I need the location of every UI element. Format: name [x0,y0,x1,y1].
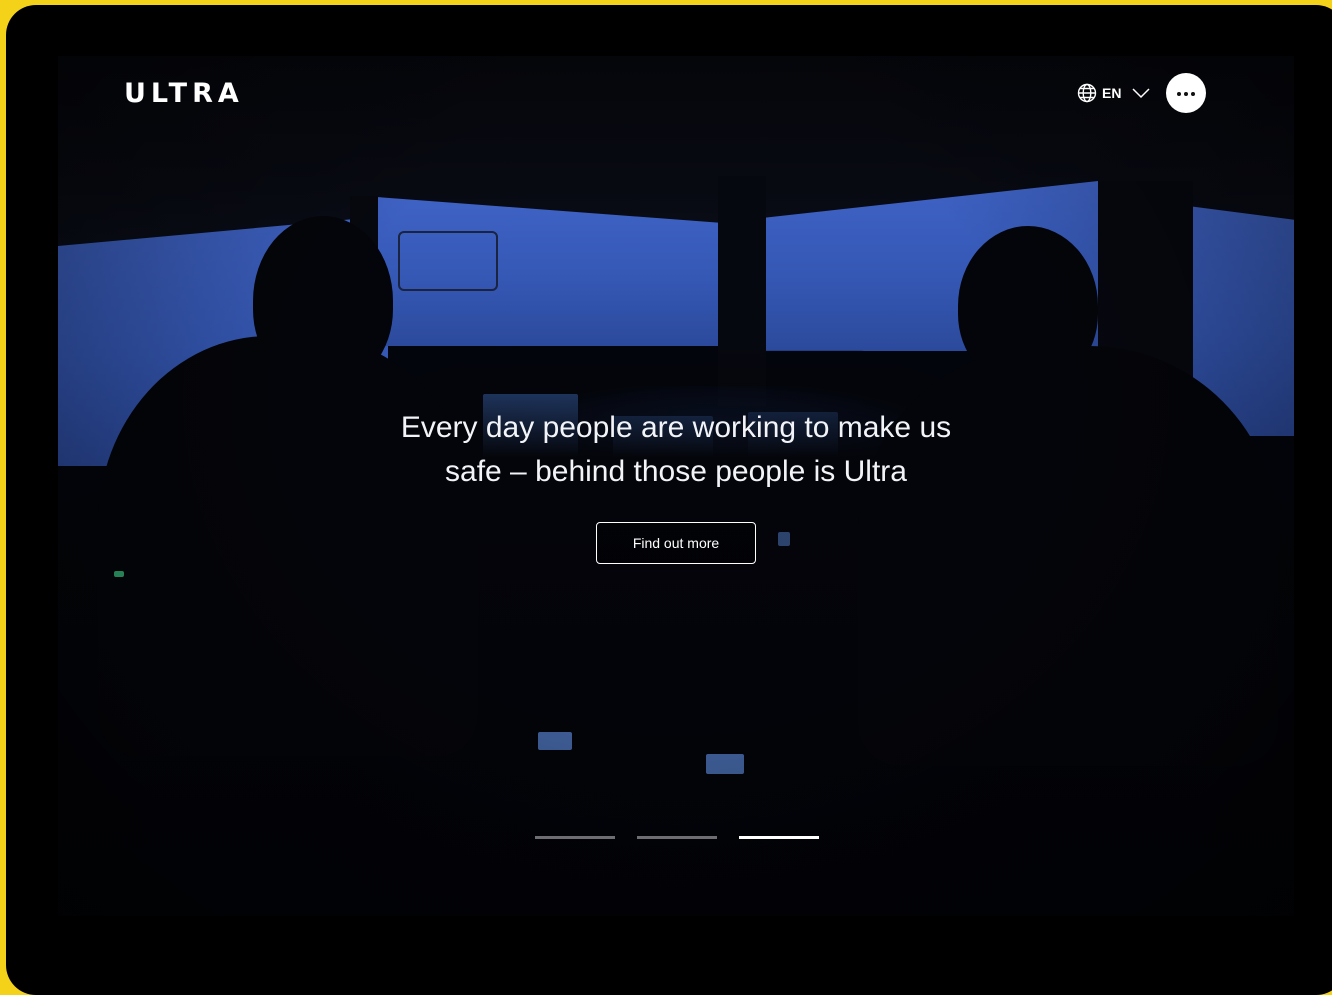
globe-icon [1077,83,1097,103]
hero-headline-line2: safe – behind those people is Ultra [445,455,907,488]
device-frame: ULTRA EN Every day people are working to… [6,5,1332,995]
carousel-indicator-3[interactable] [739,836,819,839]
ultra-logo[interactable]: ULTRA [124,78,244,109]
language-label: EN [1102,85,1122,101]
carousel-indicator-1[interactable] [535,836,615,839]
language-selector[interactable]: EN [1077,83,1150,103]
more-menu-button[interactable] [1166,73,1206,113]
carousel-indicators [535,836,819,839]
chevron-down-icon [1132,87,1150,99]
hero-headline-line1: Every day people are working to make us [400,411,952,444]
hero-section: ULTRA EN Every day people are working to… [58,56,1294,916]
hero-headline: Every day people are working to make us … [376,406,976,494]
find-out-more-button[interactable]: Find out more [596,522,756,564]
carousel-indicator-2[interactable] [637,836,717,839]
more-dots-icon [1176,84,1196,102]
